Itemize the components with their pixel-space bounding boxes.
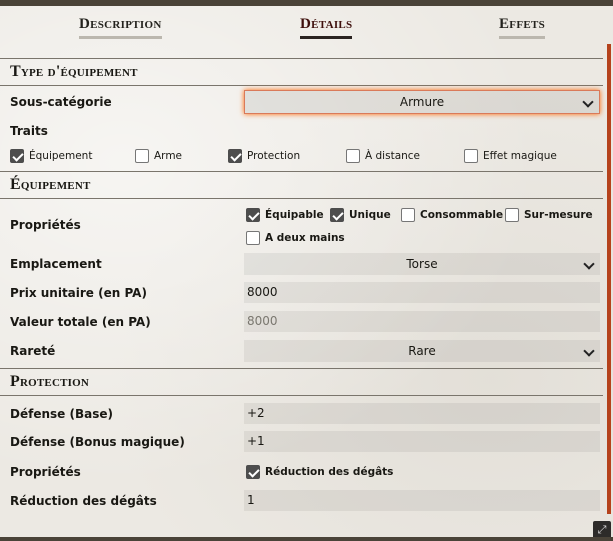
bottom-border bbox=[0, 537, 613, 541]
subcategory-value: Armure bbox=[399, 95, 445, 109]
property-sur-mesure-checkbox[interactable]: Sur-mesure bbox=[505, 208, 593, 222]
rarity-select[interactable]: Rare bbox=[244, 340, 600, 362]
defense-bonus-input[interactable]: +1 bbox=[244, 431, 600, 452]
checkbox-icon[interactable] bbox=[135, 149, 149, 163]
checkbox-label: Protection bbox=[247, 150, 301, 162]
trait-equipement-checkbox[interactable]: Équipement bbox=[10, 149, 92, 163]
section-equipment-type: Type d'équipement bbox=[0, 58, 603, 86]
trait-arme-checkbox[interactable]: Arme bbox=[135, 149, 182, 163]
checkbox-label: Équipable bbox=[265, 209, 324, 221]
checkbox-label: Effet magique bbox=[483, 150, 557, 162]
checkbox-label: Consommable bbox=[420, 209, 504, 221]
rarity-value: Rare bbox=[408, 344, 436, 358]
checkbox-icon[interactable] bbox=[464, 149, 478, 163]
checkbox-label: Arme bbox=[154, 150, 183, 162]
tab-bar: Description Détails Effets bbox=[0, 6, 613, 44]
tab-effects[interactable]: Effets bbox=[499, 16, 546, 39]
damage-reduction-input[interactable]: 1 bbox=[244, 490, 600, 511]
damage-reduction-label: Réduction des dégâts bbox=[10, 494, 157, 508]
checkbox-checked-icon[interactable] bbox=[246, 208, 260, 222]
checkbox-icon[interactable] bbox=[401, 208, 415, 222]
property-a-deux-mains-checkbox[interactable]: A deux mains bbox=[246, 231, 345, 245]
checkbox-checked-icon[interactable] bbox=[330, 208, 344, 222]
defense-base-label: Défense (Base) bbox=[10, 407, 113, 421]
slot-label: Emplacement bbox=[10, 257, 102, 271]
subcategory-select[interactable]: Armure bbox=[244, 90, 600, 114]
total-value-field: 8000 bbox=[244, 311, 600, 332]
checkbox-label: Réduction des dégâts bbox=[265, 466, 394, 478]
trait-effet-magique-checkbox[interactable]: Effet magique bbox=[464, 149, 557, 163]
checkbox-icon[interactable] bbox=[346, 149, 360, 163]
item-sheet: Description Détails Effets Type d'équipe… bbox=[0, 0, 613, 541]
checkbox-icon[interactable] bbox=[505, 208, 519, 222]
section-title: Type d'équipement bbox=[10, 63, 138, 80]
rarity-label: Rareté bbox=[10, 344, 56, 358]
unit-price-input[interactable]: 8000 bbox=[244, 282, 600, 303]
section-protection: Protection bbox=[0, 368, 603, 396]
traits-label: Traits bbox=[10, 124, 48, 138]
slot-select[interactable]: Torse bbox=[244, 253, 600, 275]
total-value-label: Valeur totale (en PA) bbox=[10, 315, 151, 329]
chevron-down-icon bbox=[583, 345, 595, 357]
tab-description[interactable]: Description bbox=[79, 16, 162, 39]
chevron-down-icon bbox=[583, 258, 595, 270]
defense-base-input[interactable]: +2 bbox=[244, 403, 600, 424]
slot-value: Torse bbox=[406, 257, 438, 271]
checkbox-label: Unique bbox=[349, 209, 391, 221]
unit-price-label: Prix unitaire (en PA) bbox=[10, 286, 147, 300]
scrollbar-thumb[interactable] bbox=[607, 44, 611, 514]
checkbox-label: À distance bbox=[365, 150, 421, 162]
subcategory-label: Sous-catégorie bbox=[10, 95, 112, 109]
chevron-down-icon bbox=[582, 96, 594, 108]
checkbox-checked-icon[interactable] bbox=[246, 465, 260, 479]
property-equipable-checkbox[interactable]: Équipable bbox=[246, 208, 324, 222]
checkbox-checked-icon[interactable] bbox=[10, 149, 24, 163]
checkbox-checked-icon[interactable] bbox=[228, 149, 242, 163]
property-damage-reduction-checkbox[interactable]: Réduction des dégâts bbox=[246, 465, 393, 479]
trait-a-distance-checkbox[interactable]: À distance bbox=[346, 149, 420, 163]
tab-details[interactable]: Détails bbox=[300, 16, 353, 39]
checkbox-label: Équipement bbox=[29, 150, 93, 162]
property-unique-checkbox[interactable]: Unique bbox=[330, 208, 391, 222]
trait-protection-checkbox[interactable]: Protection bbox=[228, 149, 300, 163]
section-equipment: Équipement bbox=[0, 171, 603, 199]
checkbox-label: A deux mains bbox=[265, 232, 345, 244]
properties-label: Propriétés bbox=[10, 218, 81, 232]
property-consommable-checkbox[interactable]: Consommable bbox=[401, 208, 503, 222]
section-title: Protection bbox=[10, 373, 90, 390]
checkbox-label: Sur-mesure bbox=[524, 209, 593, 221]
defense-bonus-label: Défense (Bonus magique) bbox=[10, 435, 185, 449]
checkbox-icon[interactable] bbox=[246, 231, 260, 245]
section-title: Équipement bbox=[10, 176, 91, 193]
protection-properties-label: Propriétés bbox=[10, 465, 81, 479]
scrollbar[interactable] bbox=[607, 44, 611, 514]
